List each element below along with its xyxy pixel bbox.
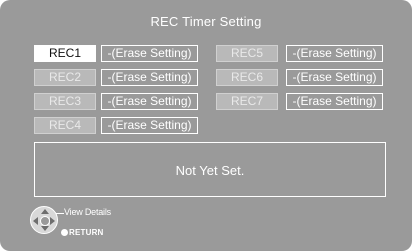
arrow-up-icon (41, 209, 49, 214)
rec3-erase-setting[interactable]: -(Erase Setting) (101, 93, 198, 110)
rec2-erase-setting[interactable]: -(Erase Setting) (101, 69, 198, 86)
arrow-left-icon (33, 217, 38, 225)
hint-connector (56, 213, 64, 214)
rec6-button[interactable]: REC6 (216, 69, 278, 86)
rec5-erase-setting[interactable]: -(Erase Setting) (286, 45, 383, 62)
rec3-button[interactable]: REC3 (34, 93, 96, 110)
rec4-button[interactable]: REC4 (34, 117, 96, 134)
rec-timer-screen: REC Timer Setting REC1 -(Erase Setting) … (0, 0, 412, 251)
timer-info-panel: Not Yet Set. (34, 142, 386, 197)
return-icon (61, 229, 68, 236)
dpad-icon (30, 206, 58, 234)
screen-title: REC Timer Setting (150, 14, 262, 29)
view-details-hint: View Details (64, 207, 111, 217)
return-hint: RETURN (69, 228, 104, 237)
rec1-button[interactable]: REC1 (34, 45, 96, 62)
rec2-button[interactable]: REC2 (34, 69, 96, 86)
arrow-right-icon (50, 217, 55, 225)
rec7-erase-setting[interactable]: -(Erase Setting) (286, 93, 383, 110)
ok-button-icon (40, 216, 50, 226)
rec4-erase-setting[interactable]: -(Erase Setting) (101, 117, 198, 134)
rec6-erase-setting[interactable]: -(Erase Setting) (286, 69, 383, 86)
rec5-button[interactable]: REC5 (216, 45, 278, 62)
arrow-down-icon (41, 226, 49, 231)
rec7-button[interactable]: REC7 (216, 93, 278, 110)
rec1-erase-setting[interactable]: -(Erase Setting) (101, 45, 198, 62)
info-message: Not Yet Set. (175, 163, 245, 178)
